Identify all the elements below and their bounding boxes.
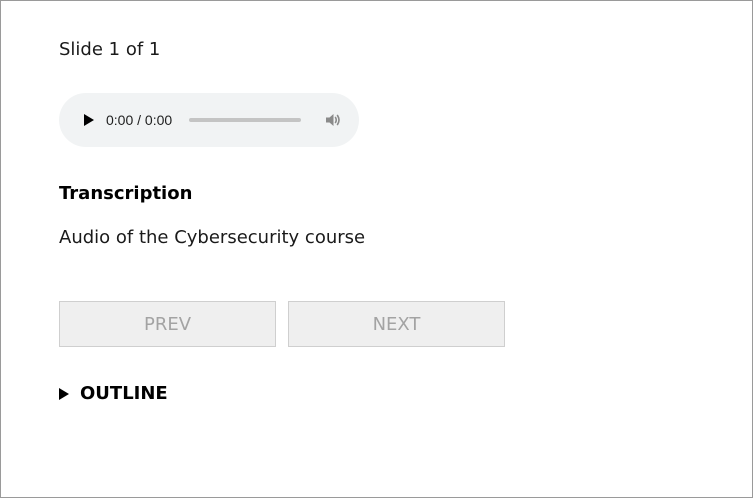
audio-player[interactable]: 0:00 / 0:00 [59,93,359,147]
volume-icon [326,114,340,126]
next-button[interactable]: NEXT [288,301,505,347]
audio-time-display: 0:00 / 0:00 [106,112,173,128]
transcription-text: Audio of the Cybersecurity course [59,227,366,248]
disclosure-triangle-icon [59,387,69,400]
transcription-heading: Transcription [59,183,193,204]
slide-frame: Slide 1 of 1 0:00 / 0:00 Transcription A… [0,0,753,498]
outline-label: OUTLINE [80,383,168,404]
volume-button[interactable] [323,110,343,130]
audio-progress-bar[interactable] [189,118,301,122]
prev-button[interactable]: PREV [59,301,276,347]
outline-toggle[interactable]: OUTLINE [59,383,168,404]
play-button[interactable] [79,112,95,128]
slide-counter: Slide 1 of 1 [59,39,161,60]
play-icon [83,114,94,126]
